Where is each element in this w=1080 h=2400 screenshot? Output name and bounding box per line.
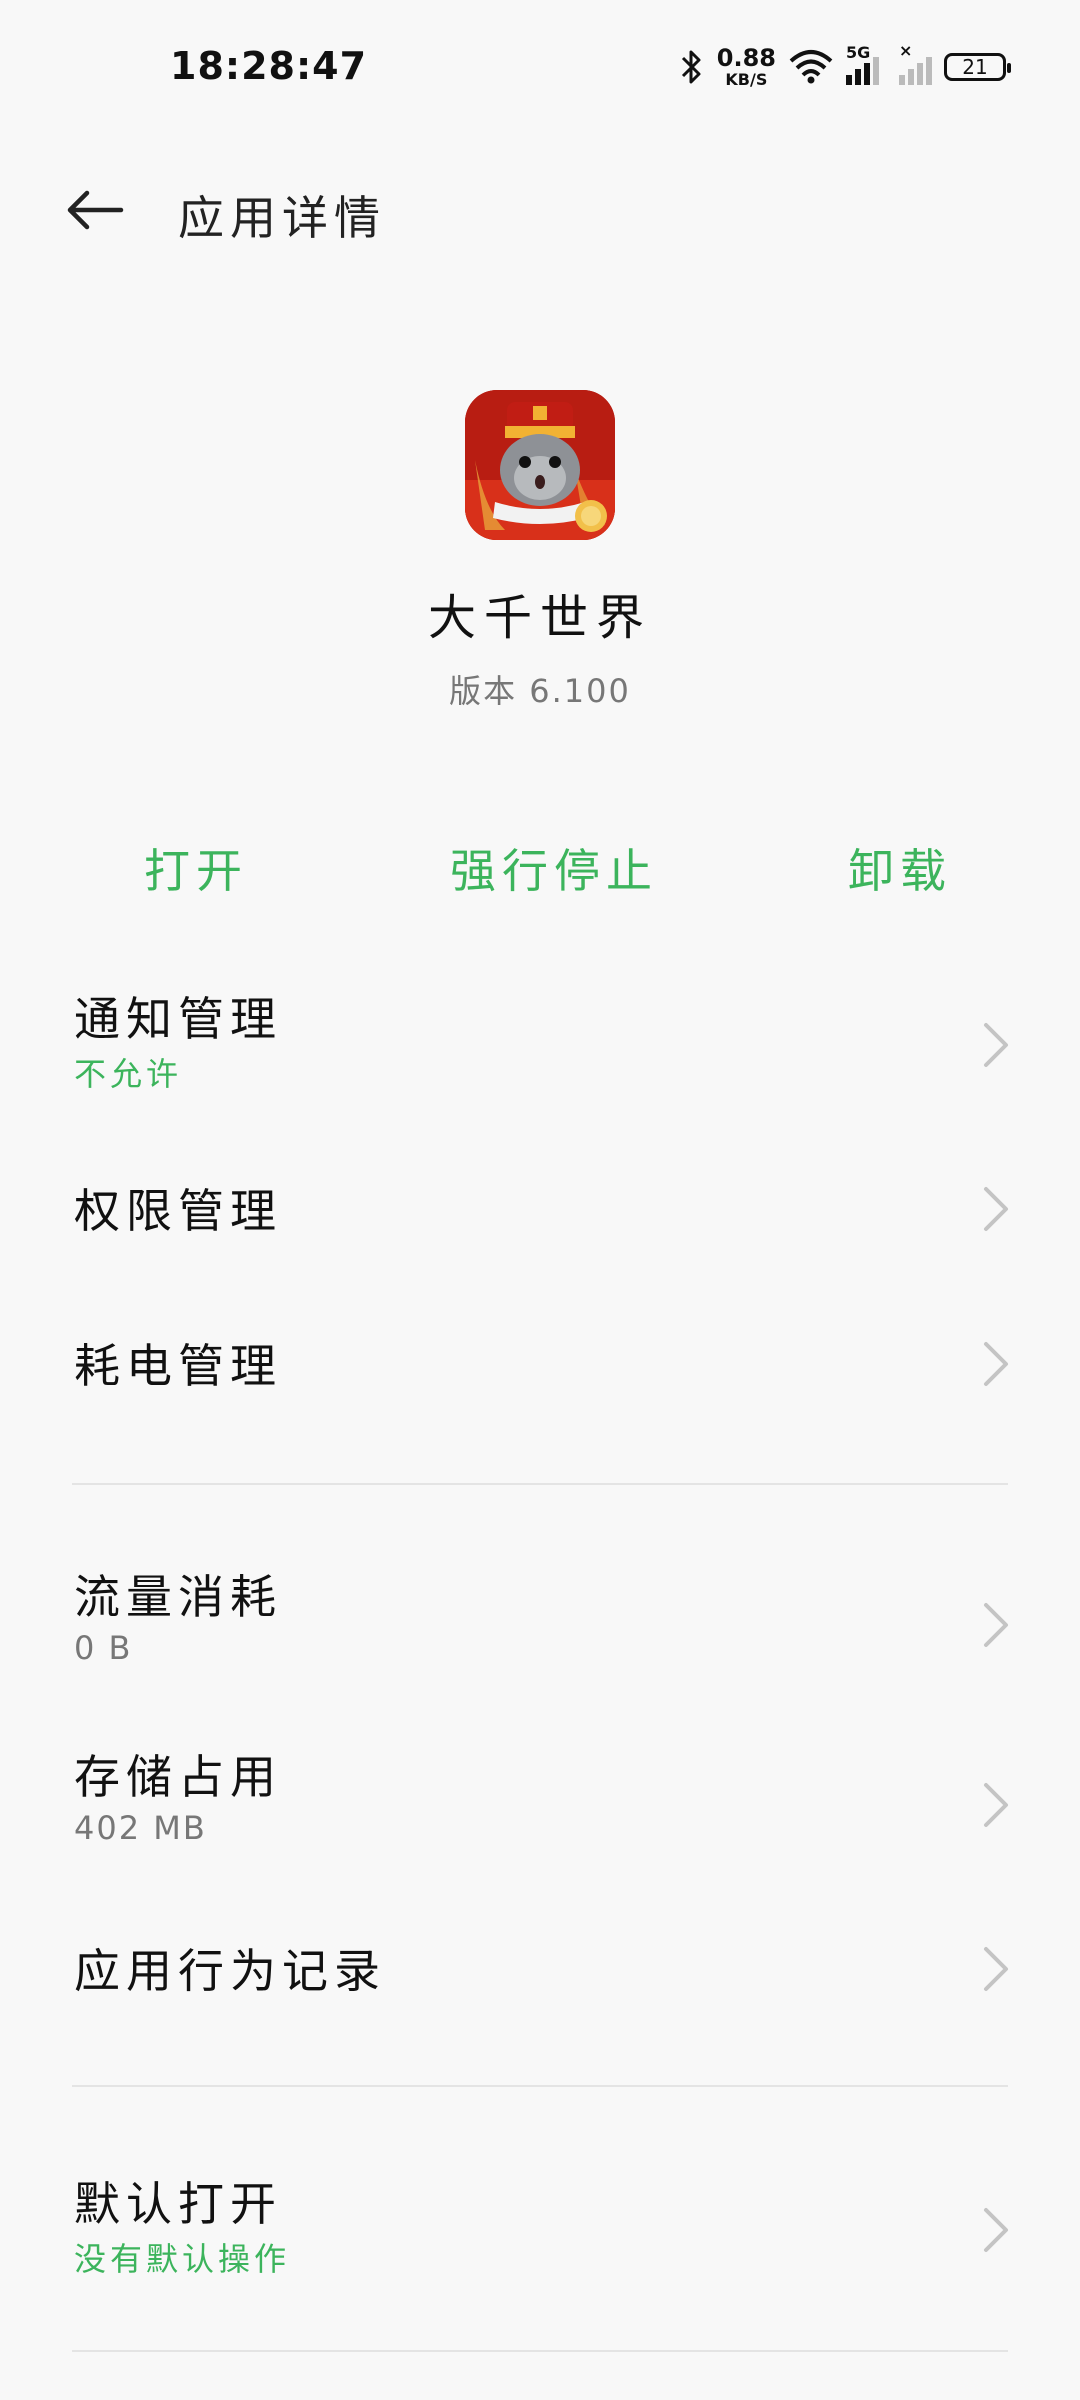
list-item-permission-management[interactable]: 权限管理 [0, 1165, 1080, 1285]
list-item-app-behavior-log[interactable]: 应用行为记录 [0, 1925, 1080, 2045]
list-item-open-by-default[interactable]: 默认打开 没有默认操作 [0, 2160, 1080, 2310]
list-item-subtitle: 0 B [74, 1629, 133, 1667]
chevron-right-icon [984, 1603, 1008, 1647]
list-item-subtitle: 没有默认操作 [74, 2240, 291, 2278]
list-item-subtitle: 不允许 [74, 1055, 183, 1093]
settings-list: 通知管理 不允许 权限管理 耗电管理 流量消耗 0 B 存储占用 402 MB … [0, 0, 1080, 2400]
list-item-data-usage[interactable]: 流量消耗 0 B [0, 1553, 1080, 1703]
list-item-title: 权限管理 [74, 1184, 282, 1238]
section-divider [72, 2085, 1008, 2087]
chevron-right-icon [984, 1783, 1008, 1827]
list-item-title: 通知管理 [74, 992, 282, 1046]
list-item-storage-usage[interactable]: 存储占用 402 MB [0, 1733, 1080, 1883]
chevron-right-icon [984, 1023, 1008, 1067]
list-item-title: 存储占用 [74, 1750, 282, 1804]
list-item-title: 应用行为记录 [74, 1944, 386, 1998]
list-item-subtitle: 402 MB [74, 1809, 207, 1847]
chevron-right-icon [984, 1947, 1008, 1991]
chevron-right-icon [984, 1342, 1008, 1386]
section-divider [72, 1483, 1008, 1485]
list-item-battery-management[interactable]: 耗电管理 [0, 1320, 1080, 1440]
list-item-title: 默认打开 [74, 2177, 282, 2231]
chevron-right-icon [984, 1187, 1008, 1231]
section-divider [72, 2350, 1008, 2352]
chevron-right-icon [984, 2208, 1008, 2252]
list-item-title: 耗电管理 [74, 1339, 282, 1393]
list-item-notification-management[interactable]: 通知管理 不允许 [0, 975, 1080, 1125]
list-item-title: 流量消耗 [74, 1570, 282, 1624]
